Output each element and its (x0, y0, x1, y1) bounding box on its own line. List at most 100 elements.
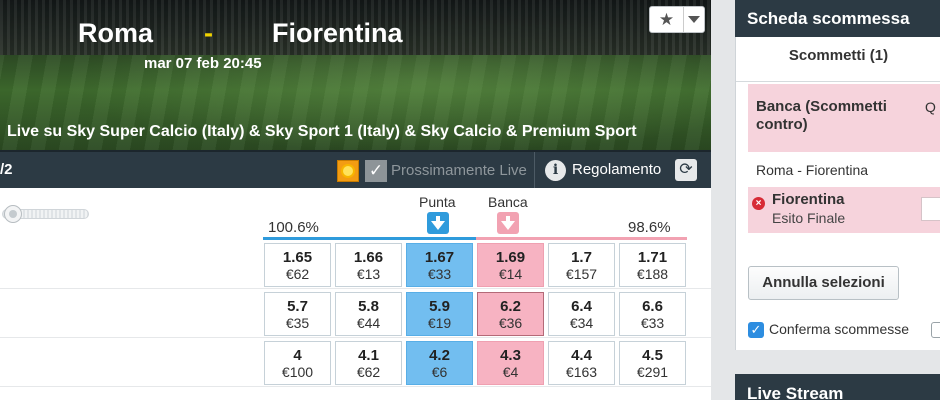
odds-cell[interactable]: 5.8 €44 (335, 292, 402, 336)
match-date: mar 07 feb 20:45 (144, 55, 262, 72)
remove-selection-icon[interactable]: × (752, 197, 765, 210)
odds-volume: €62 (285, 266, 310, 282)
odds-price: 6.2 (500, 298, 521, 315)
runner-row: 5.7 €35 5.8 €44 5.9 €19 6.2 €36 6.4 €34 6.6 €3… (0, 289, 711, 338)
lay-column-label: Banca (488, 194, 528, 210)
tab-divider (736, 81, 940, 82)
odds-volume: €13 (356, 266, 381, 282)
odds-cell[interactable]: 1.71 €188 (619, 243, 686, 287)
odds-volume: €188 (636, 266, 669, 282)
lay-all-arrow-icon[interactable] (497, 212, 519, 234)
odds-volume: €34 (569, 315, 594, 331)
odds-price: 5.8 (358, 298, 379, 315)
odds-price: 1.69 (495, 249, 526, 266)
odds-cell[interactable]: 6.4 €34 (548, 292, 615, 336)
lay-section-title: Banca (Scommetti contro) (756, 98, 887, 133)
depth-slider-handle[interactable] (4, 205, 22, 223)
home-team-name: Roma (78, 18, 154, 48)
confirm-bets-label: Conferma scommesse (769, 321, 910, 337)
odds-price: 4.5 (642, 347, 663, 364)
odds-cell[interactable]: 6.6 €33 (619, 292, 686, 336)
best-back-cell[interactable]: 4.2 €6 (406, 341, 473, 385)
betslip-title: Scheda scommessa (735, 0, 940, 37)
odds-price: 4.4 (571, 347, 592, 364)
back-all-arrow-icon[interactable] (427, 212, 449, 234)
odds-volume: €163 (565, 364, 598, 380)
odds-price: 4.1 (358, 347, 379, 364)
betslip-event-name: Roma - Fiorentina (756, 162, 869, 178)
odds-volume: €35 (285, 315, 310, 331)
odds-volume: €4 (502, 364, 519, 380)
away-team-name: Fiorentina (272, 18, 403, 48)
runner-row: 1.65 €62 1.66 €13 1.67 €33 1.69 €14 1.7 €157 … (0, 240, 711, 289)
lay-section-header: Banca (Scommetti contro) Q sco (748, 84, 940, 152)
odds-cell[interactable]: 1.7 €157 (548, 243, 615, 287)
odds-volume: €157 (565, 266, 598, 282)
live-stream-header[interactable]: Live Stream (735, 374, 940, 400)
odds-price: 6.6 (642, 298, 663, 315)
tab-place-bets[interactable]: Scommetti (1) (736, 47, 940, 64)
coming-soon-live-label: Prossimamente Live (391, 162, 527, 179)
live-broadcast-info: Live su Sky Super Calcio (Italy) & Sky S… (7, 123, 637, 140)
best-lay-cell[interactable]: 1.69 €14 (477, 243, 544, 287)
odds-volume: €36 (498, 315, 523, 331)
odds-cell[interactable]: 1.66 €13 (335, 243, 402, 287)
rules-link[interactable]: Regolamento (572, 161, 661, 178)
odds-volume: €100 (281, 364, 314, 380)
best-back-cell[interactable]: 1.67 €33 (406, 243, 473, 287)
odds-market: Punta Banca 100.6% 98.6% 1.65 €62 1.66 €13… (0, 188, 711, 400)
info-icon[interactable]: i (545, 160, 566, 181)
market-toolbar: /2 ✓ Prossimamente Live i Regolamento ⟳ (0, 150, 711, 188)
checkmark-icon: ✓ (365, 160, 387, 182)
favorite-button[interactable]: ★ (649, 6, 705, 33)
odds-price: 6.4 (571, 298, 592, 315)
betslip-body: Scommetti (1) Banca (Scommetti contro) Q… (735, 37, 940, 350)
odds-cell[interactable]: 4.5 €291 (619, 341, 686, 385)
betslip-sidebar: Scheda scommessa Scommetti (1) Banca (Sc… (735, 0, 940, 400)
odds-volume: €44 (356, 315, 381, 331)
odds-price: 1.67 (424, 249, 455, 266)
odds-cell[interactable]: 4.1 €62 (335, 341, 402, 385)
sun-icon (337, 160, 359, 182)
odds-price: 4.3 (500, 347, 521, 364)
odds-cell[interactable]: 4 €100 (264, 341, 331, 385)
odds-price: 1.66 (353, 249, 384, 266)
selection-name: Fiorentina (772, 191, 845, 208)
best-lay-cell-selected[interactable]: 6.2 €36 (477, 292, 544, 336)
odds-volume: €6 (431, 364, 448, 380)
odds-volume: €291 (636, 364, 669, 380)
odds-column-label: Q sco (925, 99, 940, 115)
runner-row: 4 €100 4.1 €62 4.2 €6 4.3 €4 4.4 €163 4.5 €291 (0, 338, 711, 387)
best-lay-cell[interactable]: 4.3 €4 (477, 341, 544, 385)
best-back-cell[interactable]: 5.9 €19 (406, 292, 473, 336)
event-banner: Roma - Fiorentina mar 07 feb 20:45 Live … (0, 0, 711, 150)
refresh-icon[interactable]: ⟳ (675, 159, 697, 181)
odds-cell[interactable]: 4.4 €163 (548, 341, 615, 385)
odds-price: 4 (293, 347, 302, 364)
odds-price: 1.65 (282, 249, 313, 266)
odds-cell[interactable]: 5.7 €35 (264, 292, 331, 336)
odds-volume: €62 (356, 364, 381, 380)
market-title: /2 (0, 161, 13, 178)
odds-price: 5.9 (429, 298, 450, 315)
odds-input[interactable] (921, 197, 940, 221)
odds-price: 1.71 (637, 249, 668, 266)
back-overround: 100.6% (268, 219, 319, 236)
odds-price: 1.7 (571, 249, 592, 266)
selection-market: Esito Finale (772, 210, 846, 226)
toolbar-divider (534, 152, 535, 188)
confirm-bets-checkbox[interactable]: ✓ (748, 322, 764, 338)
odds-volume: €14 (498, 266, 523, 282)
chevron-down-icon[interactable] (684, 16, 704, 23)
odds-cell[interactable]: 1.65 €62 (264, 243, 331, 287)
odds-price: 5.7 (287, 298, 308, 315)
odds-volume: €33 (640, 315, 665, 331)
odds-volume: €33 (427, 266, 452, 282)
secondary-checkbox[interactable] (931, 322, 940, 338)
betslip-selection: × Fiorentina Esito Finale (748, 187, 940, 233)
back-column-label: Punta (419, 194, 456, 210)
odds-volume: €19 (427, 315, 452, 331)
star-icon: ★ (650, 7, 684, 32)
cancel-selections-button[interactable]: Annulla selezioni (748, 266, 899, 300)
lay-overround: 98.6% (628, 219, 671, 236)
